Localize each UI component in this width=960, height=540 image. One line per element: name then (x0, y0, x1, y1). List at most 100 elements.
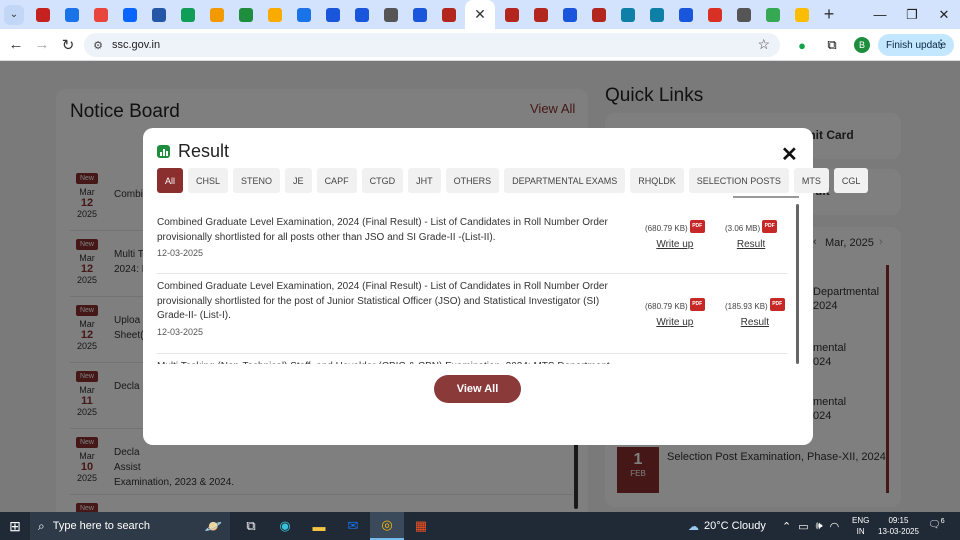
browser-tab[interactable] (613, 0, 642, 29)
browser-tab[interactable] (144, 0, 173, 29)
bookmark-star-icon[interactable]: ☆ (757, 36, 770, 53)
network-drive-icon[interactable]: ▭ (798, 520, 808, 533)
tab-search-icon[interactable]: ⌄ (4, 4, 24, 25)
browser-tab[interactable] (584, 0, 613, 29)
browser-tab[interactable] (758, 0, 787, 29)
chart-favicon (180, 7, 195, 22)
grammarly-icon[interactable]: ● (790, 33, 814, 57)
view-all-button[interactable]: View All (434, 375, 521, 403)
tab-je[interactable]: JE (285, 168, 312, 193)
result-link-label[interactable]: Write up (645, 317, 705, 328)
browser-tab[interactable] (642, 0, 671, 29)
outlook-icon[interactable]: ✉ (336, 512, 370, 540)
ss-favicon-2 (649, 7, 664, 22)
language-indicator[interactable]: ENG IN (852, 515, 869, 537)
blue-favicon-3 (412, 7, 427, 22)
result-result-link[interactable]: (3.06 MB) PDF Result (725, 218, 778, 250)
browser-tab[interactable] (115, 0, 144, 29)
tab-ctgd[interactable]: CTGD (361, 168, 404, 193)
browser-tab[interactable] (700, 0, 729, 29)
tab-steno[interactable]: STENO (233, 168, 281, 193)
profile-avatar[interactable]: B (854, 37, 870, 53)
tabs-scrollbar[interactable] (733, 196, 799, 198)
apps-favicon (93, 7, 108, 22)
yellow-favicon (794, 7, 809, 22)
browser-tab[interactable] (434, 0, 463, 29)
address-bar[interactable]: ⚙ ssc.gov.in ☆ (84, 33, 780, 57)
browser-tab[interactable] (173, 0, 202, 29)
volume-icon[interactable]: 🕪 (816, 520, 823, 533)
browser-tab[interactable] (202, 0, 231, 29)
region-code: IN (856, 527, 865, 536)
category-tabs: All CHSL STENO JE CAPF CTGD JHT OTHERS DEPARTMEN… (157, 168, 869, 193)
tab-capf[interactable]: CAPF (316, 168, 357, 193)
result-result-link[interactable]: (185.93 KB) PDF Result (725, 296, 785, 328)
browser-tab[interactable] (57, 0, 86, 29)
browser-tab[interactable] (671, 0, 700, 29)
restore-icon[interactable]: ❐ (896, 0, 928, 29)
weather-widget[interactable]: ☁ 20°C Cloudy (688, 512, 766, 540)
tab-departmental-exams[interactable]: DEPARTMENTAL EXAMS (504, 168, 626, 193)
browser-tab[interactable] (260, 0, 289, 29)
windows-start-icon[interactable]: ⊞ (0, 512, 30, 540)
tab-mts[interactable]: MTS (793, 168, 829, 193)
wifi-icon[interactable]: ◠ (830, 520, 840, 533)
browser-tab[interactable] (376, 0, 405, 29)
globe-favicon (383, 7, 398, 22)
browser-tab[interactable] (405, 0, 434, 29)
reload-icon[interactable]: ↻ (56, 33, 80, 57)
minimize-icon[interactable]: — (864, 0, 896, 29)
pdf-icon: PDF (689, 220, 705, 234)
browser-tab[interactable] (318, 0, 347, 29)
browser-tab-active[interactable]: ✕ (465, 0, 495, 29)
result-link-label[interactable]: Result (725, 239, 777, 250)
tab-others[interactable]: OTHERS (445, 168, 500, 193)
result-scrollbar[interactable] (796, 204, 799, 364)
file-explorer-icon[interactable]: ▬ (302, 512, 336, 540)
browser-tab[interactable] (86, 0, 115, 29)
extensions-icon[interactable]: ⧉ (820, 33, 844, 57)
back-icon[interactable]: ← (4, 33, 28, 57)
more-menu-icon[interactable]: ⋮ (935, 37, 947, 51)
browser-tab[interactable] (28, 0, 57, 29)
forward-icon[interactable]: → (30, 33, 54, 57)
browser-tab[interactable] (289, 0, 318, 29)
tab-all[interactable]: All (157, 168, 184, 193)
tab-chsl[interactable]: CHSL (188, 168, 229, 193)
file-size: (680.79 KB) (645, 302, 688, 311)
tab-cgl[interactable]: CGL (833, 168, 869, 193)
browser-tab[interactable] (526, 0, 555, 29)
tray-chevron-icon[interactable]: ⌃ (782, 520, 791, 533)
browser-tab[interactable] (347, 0, 376, 29)
result-writeup-link[interactable]: (680.79 KB) PDF Write up (645, 296, 705, 328)
close-window-icon[interactable]: ✕ (928, 0, 960, 29)
result-writeup-link[interactable]: (680.79 KB) PDF Write up (645, 218, 705, 250)
new-tab-icon[interactable]: + (816, 0, 842, 29)
meta-favicon (122, 7, 137, 22)
ss-favicon (620, 7, 635, 22)
edge-icon[interactable]: ◉ (268, 512, 302, 540)
close-tab-icon[interactable]: ✕ (474, 6, 486, 23)
store-icon[interactable]: ▦ (404, 512, 438, 540)
browser-tab[interactable] (231, 0, 260, 29)
task-view-icon[interactable]: ⧉ (234, 512, 268, 540)
taskbar-search[interactable]: ⌕ Type here to search 🪐 (30, 512, 230, 540)
site-info-icon[interactable]: ⚙ (90, 37, 106, 53)
browser-tab[interactable] (729, 0, 758, 29)
browser-tab[interactable] (555, 0, 584, 29)
clock[interactable]: 09:15 13-03-2025 (878, 515, 919, 537)
result-modal: Result ✕ All CHSL STENO JE CAPF CTGD JHT OTHERS… (143, 128, 869, 445)
close-icon[interactable]: ✕ (781, 142, 798, 167)
tab-jht[interactable]: JHT (408, 168, 441, 193)
finish-update-button[interactable]: Finish update ⋮ (878, 34, 954, 56)
browser-tab[interactable] (787, 0, 816, 29)
browser-tab[interactable] (497, 0, 526, 29)
notification-icon[interactable]: 🗨6 (928, 518, 946, 534)
tab-rhqldk[interactable]: RHQLDK (630, 168, 684, 193)
result-link-label[interactable]: Write up (645, 239, 705, 250)
green-favicon (238, 7, 253, 22)
chrome-icon[interactable]: ◎ (370, 512, 404, 540)
result-link-label[interactable]: Result (725, 317, 785, 328)
tab-selection-posts[interactable]: SELECTION POSTS (688, 168, 789, 193)
taskbar-apps: ⧉ ◉ ▬ ✉ ◎ ▦ (234, 512, 438, 540)
